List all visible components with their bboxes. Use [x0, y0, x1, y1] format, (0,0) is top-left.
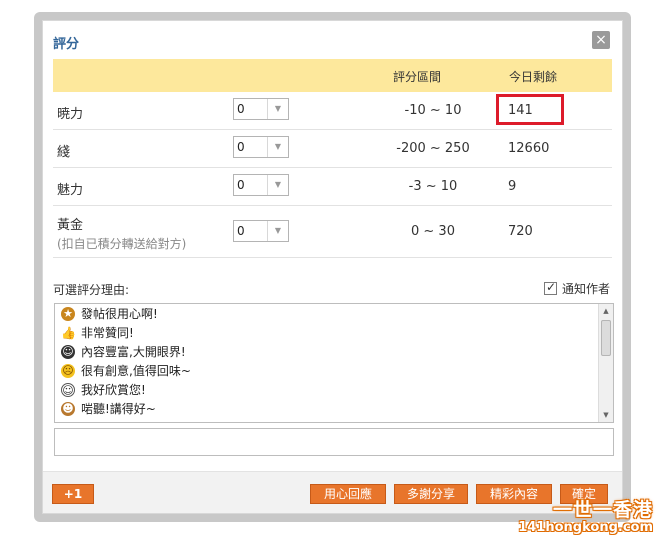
list-item[interactable]: ★ 發帖很用心啊!	[55, 304, 613, 323]
medal-icon: ★	[61, 306, 75, 321]
notify-checkbox[interactable]	[543, 280, 557, 295]
list-scrollbar[interactable]: ▲ ▼	[598, 304, 613, 422]
list-item[interactable]: 👍 非常贊同!	[55, 323, 613, 342]
chevron-down-icon[interactable]: ▼	[599, 408, 613, 422]
chevron-down-icon[interactable]: ▼	[268, 137, 288, 157]
range-value: -3 ~ 10	[408, 179, 458, 194]
remaining-value: 9	[508, 179, 517, 194]
chevron-down-icon[interactable]: ▼	[268, 99, 288, 119]
row-sublabel: (扣自已積分轉送給對方)	[57, 237, 187, 251]
monkey-face-icon: ☻	[61, 401, 75, 416]
score-input[interactable]	[234, 99, 268, 119]
row-label: 暁力	[57, 107, 84, 122]
range-value: -200 ~ 250	[396, 141, 470, 156]
list-item[interactable]: ☺ 我好欣賞您!	[55, 380, 613, 399]
list-item[interactable]: ☹ 很有創意,值得回味~	[55, 361, 613, 380]
remaining-value: 720	[508, 224, 533, 239]
range-value: -10 ~ 10	[404, 103, 462, 118]
score-combobox[interactable]: ▼	[233, 98, 289, 120]
row-label: 綫	[57, 145, 71, 160]
close-icon[interactable]: ×	[592, 31, 610, 49]
list-item[interactable]: ☺ 內容豐富,大開眼界!	[55, 342, 613, 361]
reason-list[interactable]: ★ 發帖很用心啊! 👍 非常贊同! ☺ 內容豐富,大開眼界! ☹ 很有創意,值得…	[54, 303, 614, 423]
watermark-sub: 141hongkong.com	[518, 520, 653, 535]
reason-text: 發帖很用心啊!	[81, 307, 158, 321]
reason-input[interactable]	[54, 428, 614, 456]
watermark-main: 一世一香港	[552, 499, 653, 521]
chevron-up-icon[interactable]: ▲	[599, 304, 613, 318]
reason-text: 很有創意,值得回味~	[81, 364, 191, 378]
dialog-title: 評分	[53, 37, 80, 52]
header-remaining: 今日剩餘	[509, 70, 558, 84]
notify-label: 通知作者	[561, 282, 610, 296]
plus-one-button[interactable]: +1	[52, 484, 94, 504]
cool-face-icon: ☺	[61, 344, 75, 359]
chevron-down-icon[interactable]: ▼	[268, 175, 288, 195]
confused-face-icon: ☹	[61, 363, 75, 378]
table-row: 黃金 (扣自已積分轉送給對方) ▼ 0 ~ 30 720	[53, 206, 612, 258]
row-label-text: 黃金	[57, 218, 84, 233]
thanks-share-button[interactable]: 多謝分享	[394, 484, 468, 504]
score-input[interactable]	[234, 221, 268, 241]
table-header: 評分區間 今日剩餘	[53, 59, 612, 92]
watermark-logo: 一世一香港 141hongkong.com	[518, 495, 653, 535]
rating-table: 評分區間 今日剩餘 暁力 ▼ -10 ~ 10 141 綫 ▼ -200 ~ 2…	[53, 59, 612, 258]
remaining-value: 12660	[508, 141, 550, 156]
reason-text: 啱聽!講得好~	[81, 402, 156, 416]
table-row: 暁力 ▼ -10 ~ 10 141	[53, 92, 612, 130]
row-label: 魅力	[57, 183, 84, 198]
header-range: 評分區間	[393, 70, 442, 84]
notify-author[interactable]: 通知作者	[543, 280, 610, 297]
reason-text: 我好欣賞您!	[81, 383, 146, 397]
table-row: 魅力 ▼ -3 ~ 10 9	[53, 168, 612, 206]
score-combobox[interactable]: ▼	[233, 174, 289, 196]
smile-face-icon: ☺	[61, 382, 75, 397]
rating-dialog: 評分 × 評分區間 今日剩餘 暁力 ▼ -10 ~ 10 141 綫 ▼ -20…	[42, 20, 623, 514]
score-combobox[interactable]: ▼	[233, 136, 289, 158]
reply-button[interactable]: 用心回應	[310, 484, 386, 504]
scrollbar-thumb[interactable]	[601, 320, 611, 356]
range-value: 0 ~ 30	[411, 224, 455, 239]
reason-text: 內容豐富,大開眼界!	[81, 345, 186, 359]
score-combobox[interactable]: ▼	[233, 220, 289, 242]
table-row: 綫 ▼ -200 ~ 250 12660	[53, 130, 612, 168]
highlight-box	[496, 94, 564, 125]
reason-text: 非常贊同!	[81, 326, 134, 340]
row-label: 黃金 (扣自已積分轉送給對方)	[57, 214, 186, 252]
list-item[interactable]: ☻ 啱聽!講得好~	[55, 399, 613, 418]
chevron-down-icon[interactable]: ▼	[268, 221, 288, 241]
thumbs-up-icon: 👍	[61, 325, 76, 340]
reason-label: 可選評分理由:	[53, 283, 130, 297]
score-input[interactable]	[234, 137, 268, 157]
score-input[interactable]	[234, 175, 268, 195]
